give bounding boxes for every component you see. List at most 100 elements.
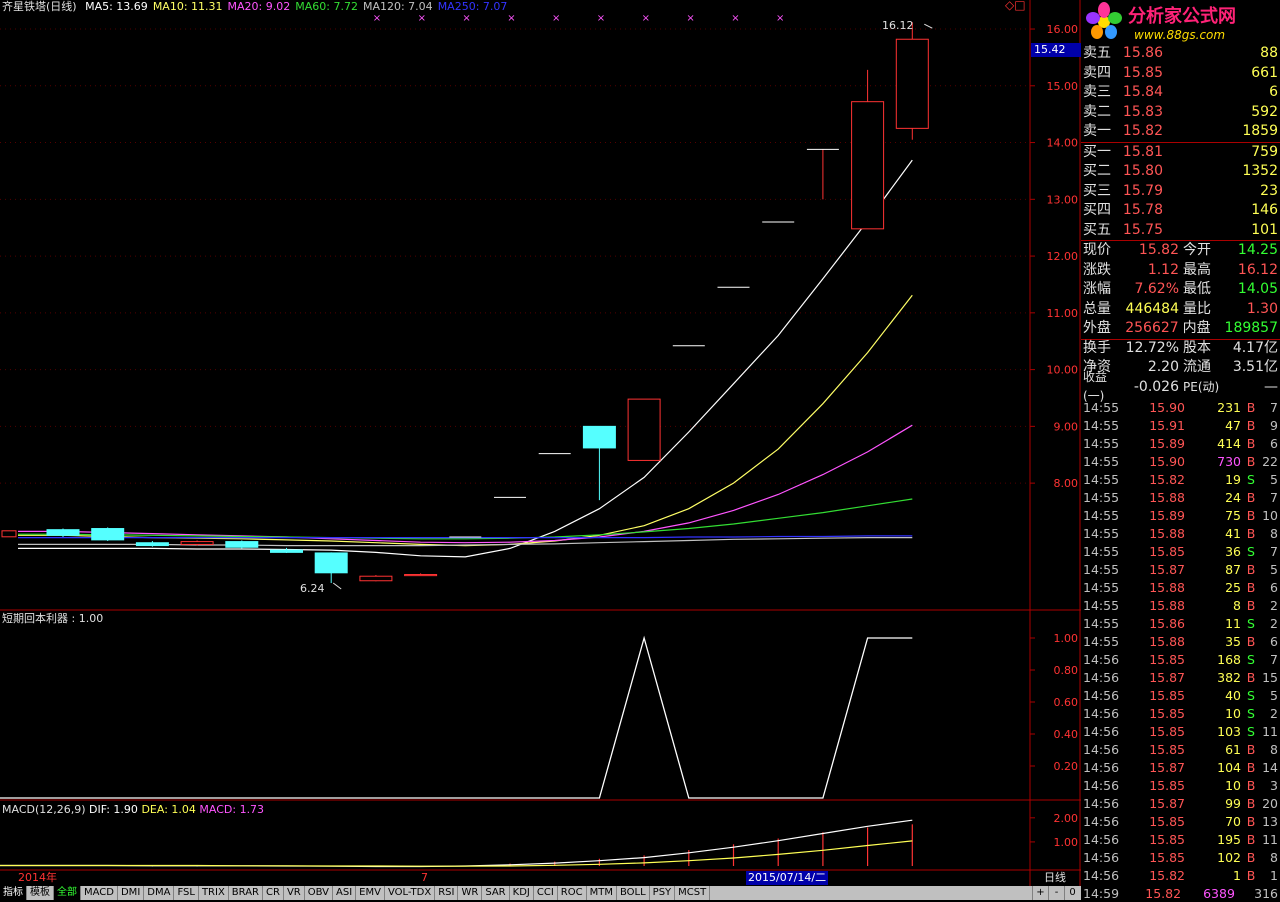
signal-mark: × [418,13,426,24]
zoom-button-1[interactable]: - [1048,886,1064,900]
zoom-button-2[interactable]: 0 [1064,886,1080,900]
ind-tick-label: 0.40 [1054,728,1079,741]
stat-label: 股本 [1183,340,1211,357]
tab-sar[interactable]: SAR [482,886,510,900]
tab-cci[interactable]: CCI [534,886,558,900]
tick-row: 14:55 15.88 41 B 8 [1081,524,1280,542]
tab-wr[interactable]: WR [458,886,483,900]
sell-price: 15.85 [1122,64,1163,81]
tick-count: 11 [1262,723,1278,739]
tab-vol-tdx[interactable]: VOL-TDX [385,886,436,900]
stat-row: 现价 15.82 今开 14.25 [1081,241,1280,261]
price-tick-label: 9.00 [1054,420,1079,433]
stat-value: 7.62% [1134,281,1179,298]
tab-macd[interactable]: MACD [81,886,118,900]
signal-mark: × [597,13,605,24]
period-label[interactable]: 日线 [1044,871,1066,885]
tab-指标[interactable]: 指标 [0,886,27,900]
tick-count: 9 [1270,417,1278,433]
tick-price: 15.87 [1149,759,1185,775]
signal-mark: × [373,13,381,24]
tab-mtm[interactable]: MTM [587,886,617,900]
tick-count: 3 [1270,777,1278,793]
buy-label: 买二 [1083,163,1111,180]
price-tick-label: 14.00 [1047,137,1079,150]
tick-price: 15.85 [1149,543,1185,559]
tick-time: 14:55 [1083,471,1120,487]
tab-asi[interactable]: ASI [333,886,357,900]
candle [359,575,393,582]
buy-price: 15.79 [1122,182,1163,199]
tab-kdj[interactable]: KDJ [510,886,534,900]
sell-row: 卖二 15.83 592 [1081,103,1280,123]
tick-side: B [1246,849,1256,865]
tick-row: 14:55 15.88 25 B 6 [1081,578,1280,596]
tick-count: 14 [1262,759,1278,775]
stat-value: 1.30 [1246,300,1278,317]
sell-volume: 1859 [1242,123,1278,140]
zoom-button-0[interactable]: + [1032,886,1048,900]
tab-cr[interactable]: CR [263,886,284,900]
tick-time: 14:55 [1083,543,1120,559]
tick-count: 2 [1270,615,1278,631]
tick-count: 8 [1270,849,1278,865]
kline-chart[interactable]: 16.00 15.00 14.00 13.00 12.00 11.00 10.00 9.00 8… [0,0,1081,886]
tab-vr[interactable]: VR [284,886,305,900]
ma-line-ma5 [18,159,913,558]
candle-body-down [91,528,125,541]
tick-time: 14:55 [1083,633,1120,649]
stat-row: 涨跌 1.12 最高 16.12 [1081,261,1280,281]
stat-value: 14.05 [1237,281,1278,298]
signal-mark: × [507,13,515,24]
tick-side: S [1247,543,1255,559]
candle-body-up [359,575,393,582]
tick-list[interactable]: 14:55 15.90 231 B 7 14:55 15.91 47 B 9 14:55 15.89 4… [1081,398,1280,902]
tab-boll[interactable]: BOLL [617,886,650,900]
tick-time: 14:55 [1083,507,1120,523]
date-axis-start: 2014年 [18,871,57,884]
tab-roc[interactable]: ROC [558,886,587,900]
stat-value: 256627 [1125,320,1179,337]
tick-row: 14:56 15.85 61 B 8 [1081,740,1280,758]
tick-price: 15.85 [1149,705,1185,721]
tab-psy[interactable]: PSY [650,886,676,900]
tab-dmi[interactable]: DMI [118,886,145,900]
signal-mark: × [731,13,739,24]
stat-label: 换手 [1083,340,1111,357]
candle [314,552,348,584]
tab-brar[interactable]: BRAR [229,886,263,900]
stat-value: 1.12 [1147,261,1179,278]
macd-tick-label: 1.00 [1054,836,1079,849]
tick-count: 6 [1270,633,1278,649]
diamond-icon[interactable]: ◇□ [1005,0,1026,12]
tick-side: B [1246,741,1256,757]
stat-value: 15.82 [1138,242,1179,259]
candle-body-up [851,101,885,230]
tick-volume: 40 [1225,687,1241,703]
tick-row: 14:56 15.82 1 B 1 [1081,866,1280,884]
candle [627,398,661,461]
candle [895,22,929,140]
tab-obv[interactable]: OBV [305,886,333,900]
tab-emv[interactable]: EMV [356,886,385,900]
tick-time: 14:56 [1083,687,1120,703]
tick-volume: 25 [1225,579,1241,595]
tick-volume: 61 [1225,741,1241,757]
sell-volume: 661 [1251,64,1278,81]
tick-count: 6 [1270,579,1278,595]
tab-mcst[interactable]: MCST [675,886,711,900]
tab-trix[interactable]: TRIX [199,886,229,900]
price-tick-label: 10.00 [1047,364,1079,377]
tab-dma[interactable]: DMA [144,886,175,900]
signal-mark: × [642,13,650,24]
tab-fsl[interactable]: FSL [174,886,199,900]
candle-body-down [582,425,616,449]
tick-count: 8 [1270,525,1278,541]
tick-volume: 103 [1217,723,1241,739]
tab-rsi[interactable]: RSI [435,886,459,900]
tab-模板[interactable]: 模板 [27,886,54,900]
tab-全部[interactable]: 全部 [54,886,81,900]
tick-side: S [1247,705,1255,721]
tick-price: 15.85 [1149,741,1185,757]
tick-price: 15.87 [1149,795,1185,811]
